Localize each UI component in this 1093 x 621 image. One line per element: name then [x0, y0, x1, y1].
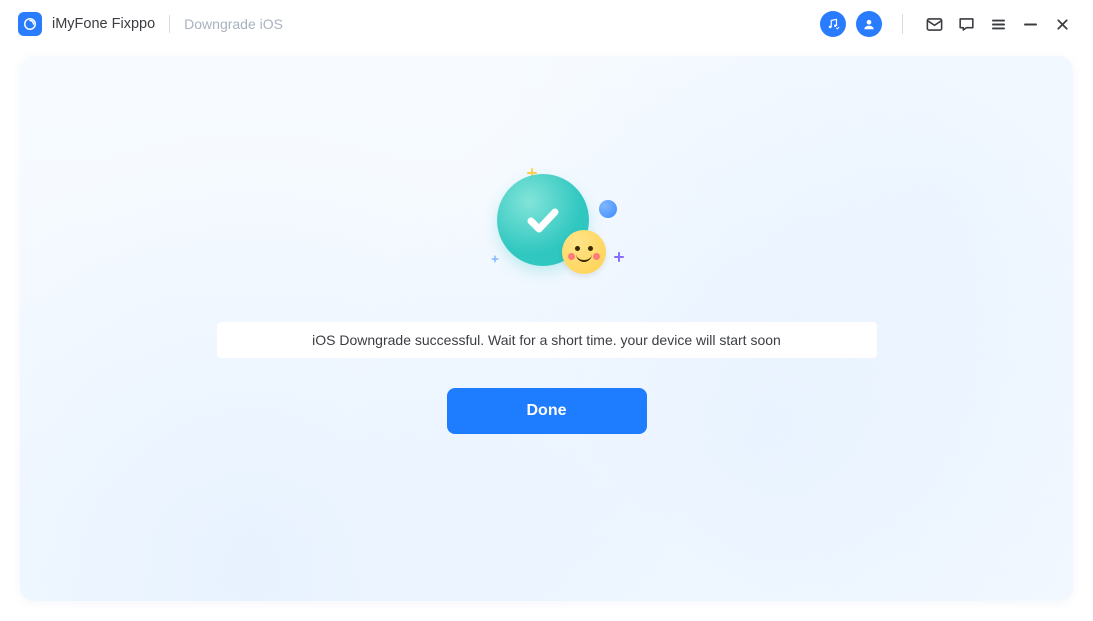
app-logo-icon — [18, 12, 42, 36]
title-bar: iMyFone Fixppo Downgrade iOS — [0, 0, 1093, 48]
music-icon[interactable] — [820, 11, 846, 37]
blue-dot-icon — [599, 200, 617, 218]
main-panel: iOS Downgrade successful. Wait for a sho… — [20, 56, 1073, 601]
status-message: iOS Downgrade successful. Wait for a sho… — [217, 322, 877, 358]
account-icon[interactable] — [856, 11, 882, 37]
done-button[interactable]: Done — [447, 388, 647, 434]
app-title: iMyFone Fixppo — [52, 16, 155, 32]
menu-icon[interactable] — [987, 13, 1009, 35]
title-divider — [169, 15, 170, 33]
chat-icon[interactable] — [955, 13, 977, 35]
minimize-icon[interactable] — [1019, 13, 1041, 35]
sparkle-icon — [491, 256, 498, 263]
success-illustration — [467, 174, 627, 294]
close-icon[interactable] — [1051, 13, 1073, 35]
breadcrumb: Downgrade iOS — [184, 16, 283, 32]
title-icon-separator — [902, 14, 903, 34]
smiley-icon — [562, 230, 606, 274]
mail-icon[interactable] — [923, 13, 945, 35]
sparkle-icon — [614, 252, 624, 262]
